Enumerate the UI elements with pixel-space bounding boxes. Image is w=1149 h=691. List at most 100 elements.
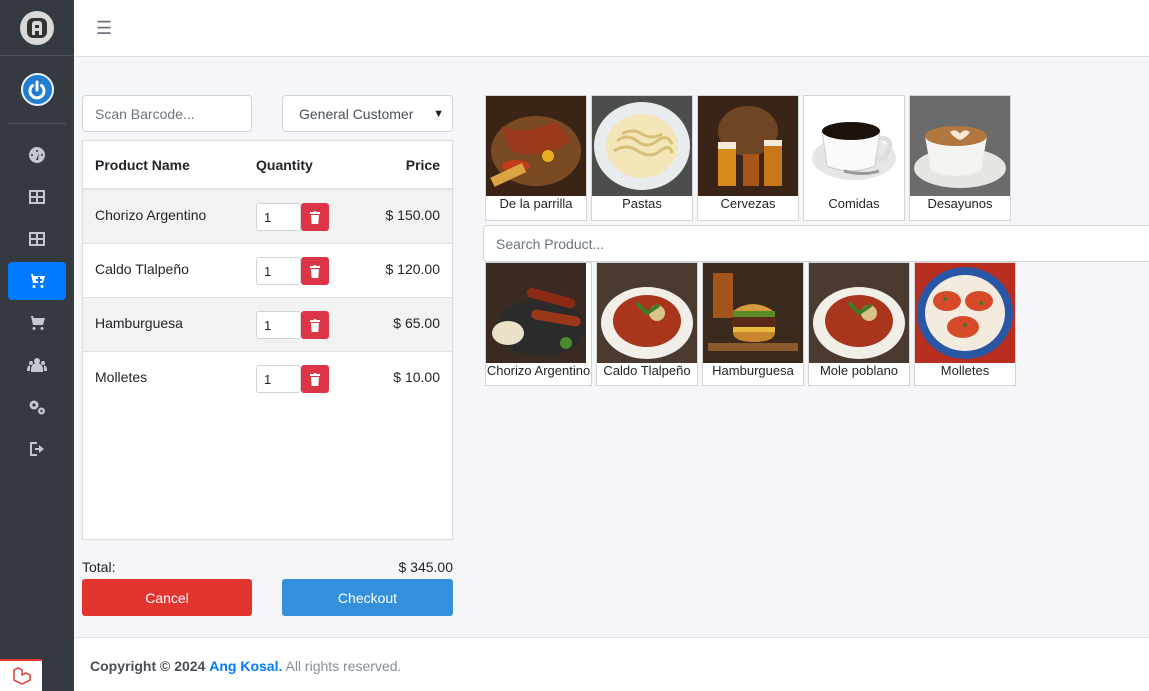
column-price: Price (405, 156, 440, 173)
delete-item-button[interactable] (301, 257, 329, 285)
product-label: Caldo Tlalpeño (603, 363, 691, 378)
quantity-input[interactable]: 1 (256, 365, 301, 393)
product-card[interactable]: Hamburguesa (702, 262, 804, 386)
trash-icon (310, 264, 320, 278)
footer-brand-link[interactable]: Ang Kosal. (209, 658, 282, 674)
delete-item-button[interactable] (301, 311, 329, 339)
category-card[interactable]: Comidas (803, 95, 905, 221)
product-card[interactable]: Mole poblano (808, 262, 910, 386)
total-value: $ 345.00 (398, 559, 454, 575)
sidebar (0, 0, 74, 691)
product-card[interactable]: Chorizo Argentino (485, 262, 592, 386)
product-image (809, 263, 909, 363)
hamburger-icon[interactable]: ☰ (96, 18, 112, 39)
category-image (486, 96, 586, 196)
chevron-down-icon: ▼ (433, 107, 444, 120)
category-image (910, 96, 1010, 196)
laravel-logo-icon (0, 659, 42, 691)
cart-item-quantity-cell: 1 (244, 352, 344, 406)
category-card[interactable]: Cervezas (697, 95, 799, 221)
cart-item-name: Caldo Tlalpeño (95, 261, 189, 277)
user-panel[interactable] (8, 56, 66, 124)
table-row: Caldo Tlalpeño 1 $ 120.00 (83, 244, 452, 298)
cart-item-name: Hamburguesa (95, 315, 183, 331)
cancel-button[interactable]: Cancel (82, 579, 252, 616)
quantity-input[interactable]: 1 (256, 203, 301, 231)
dashboard-icon (29, 147, 45, 163)
category-card[interactable]: De la parrilla (485, 95, 587, 221)
checkout-button[interactable]: Checkout (282, 579, 453, 616)
barcode-input[interactable] (82, 95, 252, 132)
product-image (486, 263, 586, 363)
orders-cart-icon (28, 316, 45, 330)
product-image (597, 263, 697, 363)
category-card[interactable]: Pastas (591, 95, 693, 221)
brand[interactable] (0, 0, 74, 56)
nav-dashboard[interactable] (8, 136, 66, 174)
cart-table: Product Name Quantity Price Chorizo Arge… (82, 140, 453, 540)
products-icon (29, 190, 45, 204)
cart-item-quantity-cell: 1 (244, 244, 344, 297)
trash-icon (310, 318, 320, 332)
product-label: Mole poblano (819, 363, 899, 378)
product-image (915, 263, 1015, 363)
cart-item-price: $ 120.00 (385, 261, 441, 277)
footer-rights: All rights reserved. (285, 658, 402, 674)
footer: Copyright © 2024 Ang Kosal. All rights r… (74, 637, 1149, 691)
app-logo-icon (20, 10, 54, 45)
product-label: Chorizo Argentino (486, 363, 591, 378)
pos-cart-icon (28, 274, 45, 288)
category-label: Cervezas (720, 196, 776, 211)
product-card[interactable]: Molletes (914, 262, 1016, 386)
quantity-input[interactable]: 1 (256, 257, 301, 285)
cart-item-name: Molletes (95, 369, 148, 385)
nav-orders[interactable] (8, 304, 66, 342)
nav-pos[interactable] (8, 262, 66, 300)
nav-products[interactable] (8, 178, 66, 216)
cart-item-quantity-cell: 1 (244, 190, 344, 243)
category-image (804, 96, 904, 196)
category-label: Desayunos (927, 196, 993, 211)
topbar: ☰ (74, 0, 1149, 57)
category-card[interactable]: Desayunos (909, 95, 1011, 221)
user-avatar-icon (20, 73, 54, 106)
category-label: De la parrilla (499, 196, 573, 211)
delete-item-button[interactable] (301, 365, 329, 393)
cart-item-name: Chorizo Argentino (95, 207, 207, 223)
table-row: Molletes 1 $ 10.00 (83, 352, 452, 406)
category-image (698, 96, 798, 196)
cart-table-body: Chorizo Argentino 1 $ 150.00 Caldo Tlalp… (83, 190, 452, 406)
product-image (703, 263, 803, 363)
customer-select[interactable]: General Customer ▼ (282, 95, 453, 132)
column-product-name: Product Name (95, 156, 190, 173)
quantity-input[interactable]: 1 (256, 311, 301, 339)
cart-item-price: $ 10.00 (393, 369, 440, 385)
category-image (592, 96, 692, 196)
column-quantity: Quantity (256, 156, 313, 173)
cart-item-price: $ 150.00 (385, 207, 441, 223)
table-row: Chorizo Argentino 1 $ 150.00 (83, 190, 452, 244)
nav-categories[interactable] (8, 220, 66, 258)
product-search-input[interactable] (483, 225, 1149, 262)
product-label: Molletes (940, 363, 990, 378)
product-label: Hamburguesa (712, 363, 794, 378)
delete-item-button[interactable] (301, 203, 329, 231)
category-label: Pastas (622, 196, 662, 211)
settings-icon (29, 400, 45, 415)
cart-table-header: Product Name Quantity Price (83, 141, 452, 190)
nav-customers[interactable] (8, 346, 66, 384)
footer-copyright: Copyright © 2024 (90, 658, 206, 674)
cart-item-price: $ 65.00 (393, 315, 440, 331)
cart-item-quantity-cell: 1 (244, 298, 344, 351)
nav-settings[interactable] (8, 388, 66, 426)
trash-icon (310, 372, 320, 386)
customers-icon (27, 358, 47, 372)
sidebar-nav (0, 136, 74, 468)
customer-select-value: General Customer (299, 105, 414, 122)
logout-icon (30, 442, 44, 456)
product-card[interactable]: Caldo Tlalpeño (596, 262, 698, 386)
trash-icon (310, 210, 320, 224)
table-row: Hamburguesa 1 $ 65.00 (83, 298, 452, 352)
total-label: Total: (82, 559, 116, 575)
nav-logout[interactable] (8, 430, 66, 468)
